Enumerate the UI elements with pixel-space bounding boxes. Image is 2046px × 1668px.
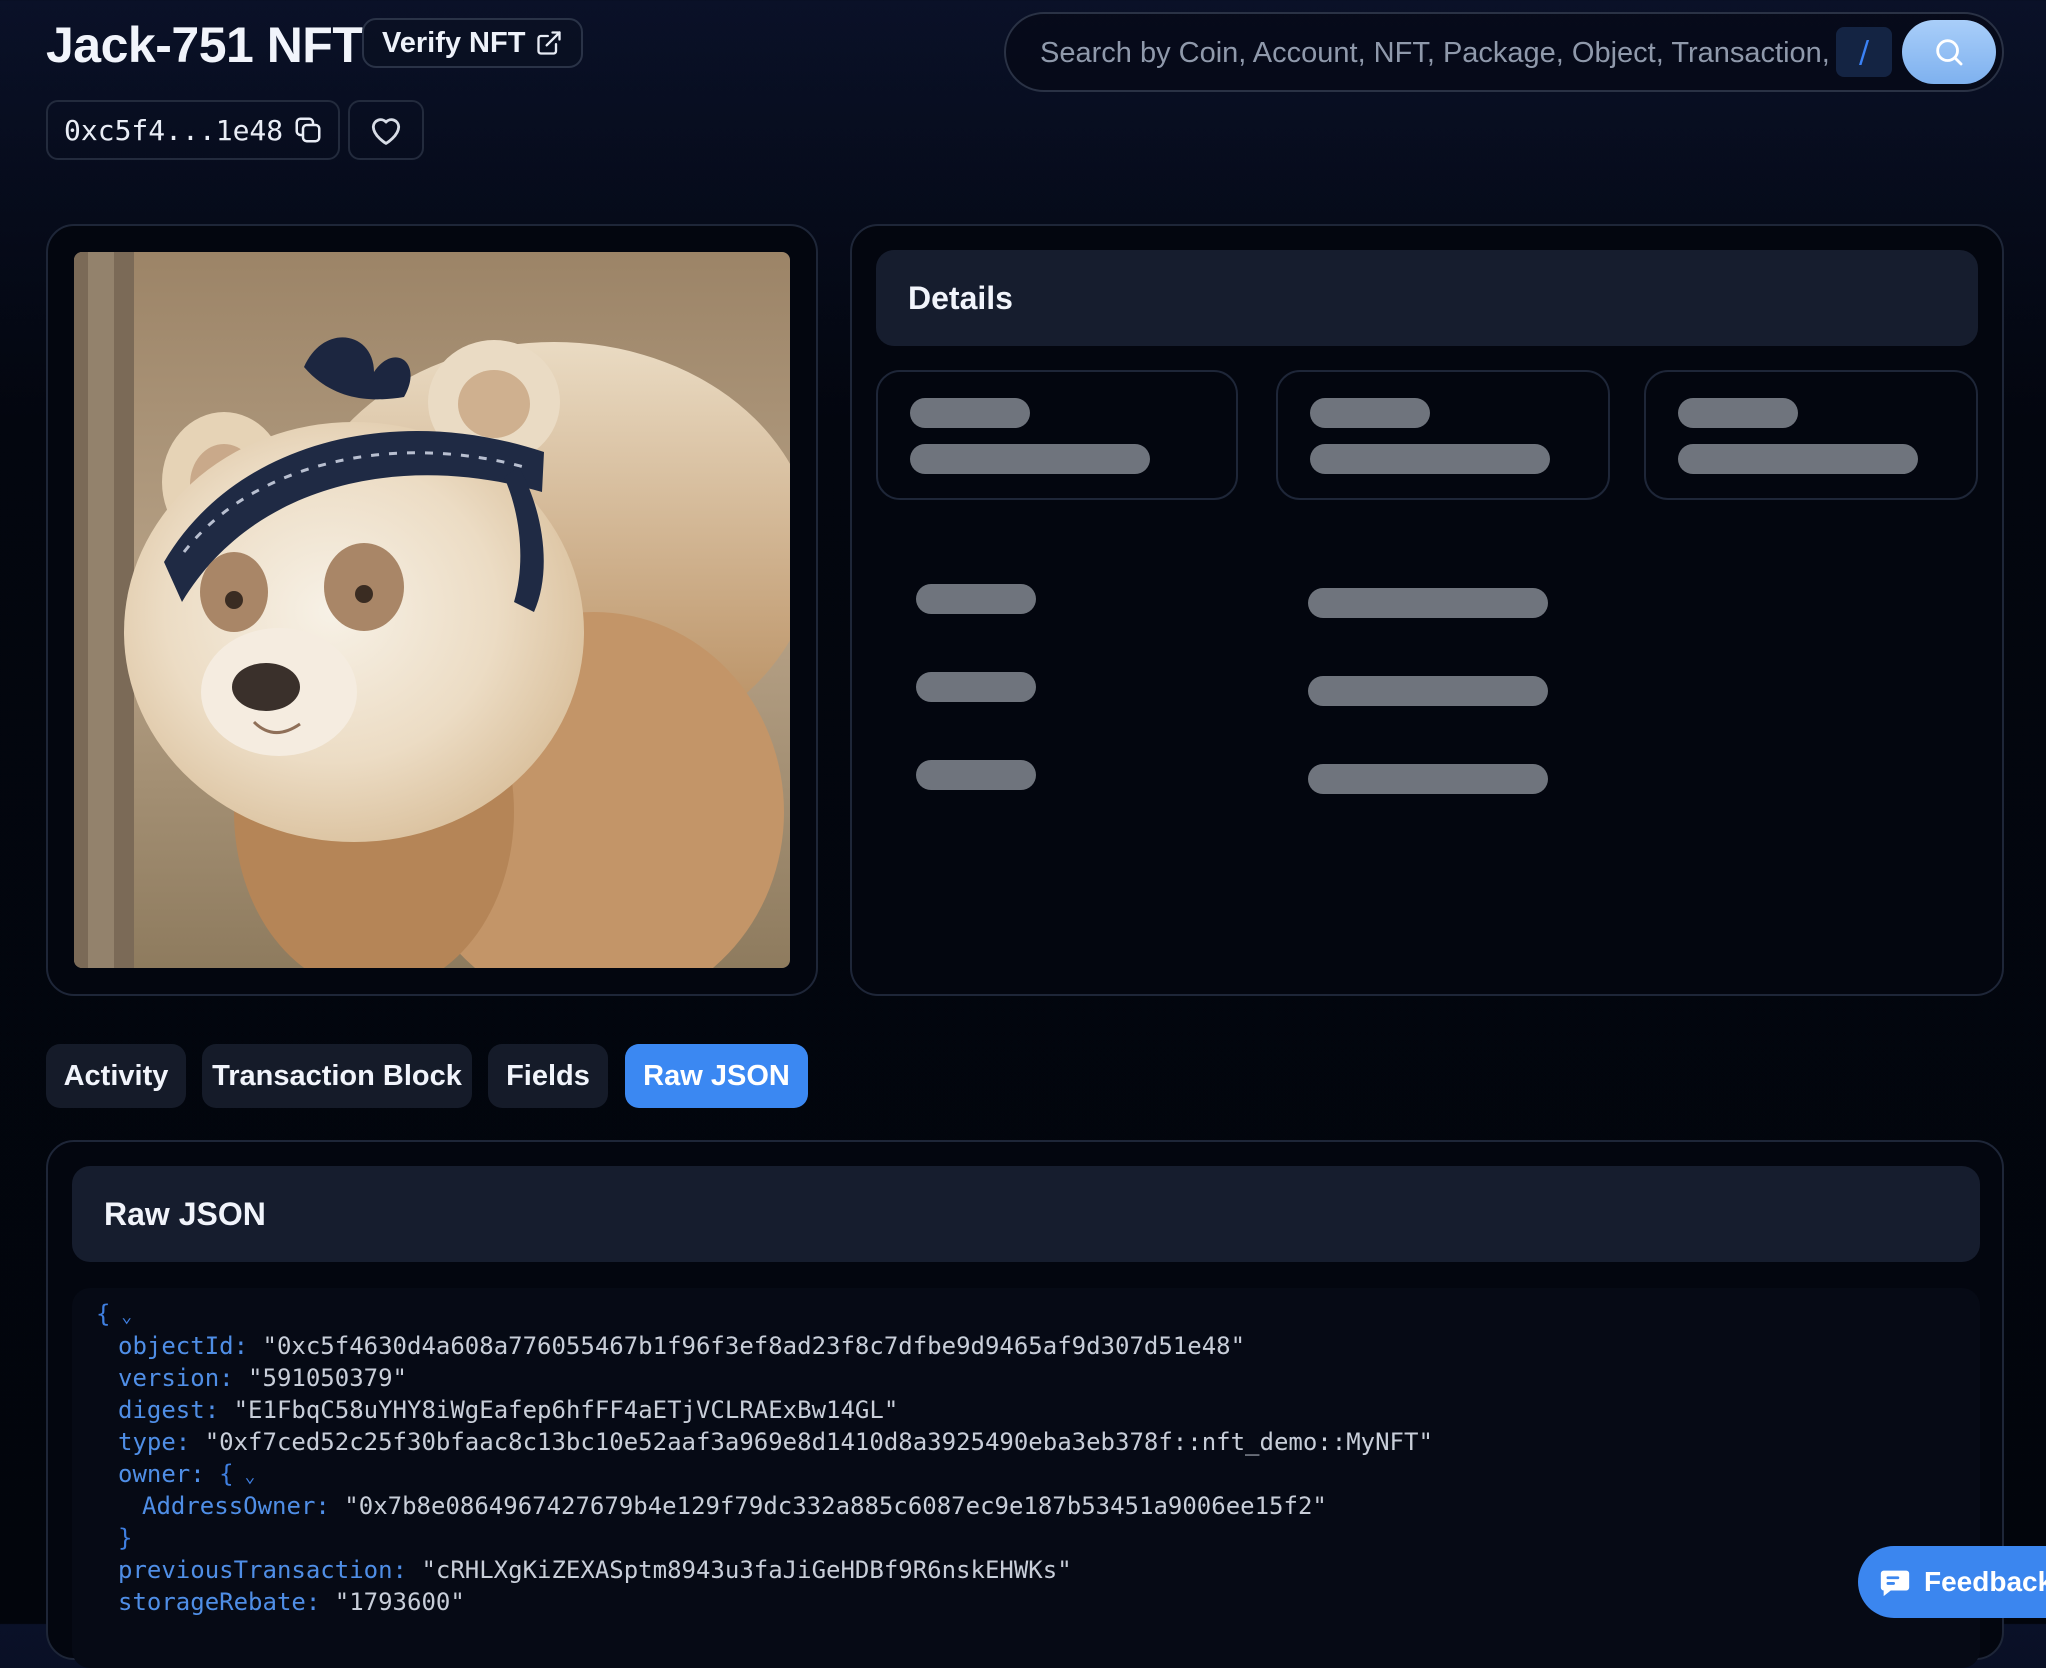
json-line-digest: digest: "E1FbqC58uYHY8iWgEafep6hfFF4aETj…: [118, 1396, 899, 1424]
detail-card: [1644, 370, 1978, 500]
verify-nft-label: Verify NFT: [382, 26, 526, 59]
json-root-open[interactable]: { ⌄: [96, 1298, 132, 1333]
tab-raw-json[interactable]: Raw JSON: [625, 1044, 808, 1108]
object-address-chip[interactable]: 0xc5f4...1e48: [46, 100, 340, 160]
json-owner-close: }: [118, 1524, 133, 1552]
copy-icon[interactable]: [293, 115, 323, 145]
feedback-label: Feedback: [1924, 1566, 2046, 1597]
search-icon: [1936, 39, 1963, 66]
nft-image-panel: [46, 224, 818, 996]
skeleton-line: [1678, 398, 1798, 428]
search-shortcut-key: /: [1836, 27, 1892, 77]
json-line-owner[interactable]: owner: { ⌄: [118, 1458, 255, 1493]
json-line-type: type: "0xf7ced52c25f30bfaac8c13bc10e52aa…: [118, 1428, 1433, 1456]
skeleton-label: [916, 760, 1036, 790]
json-line-address-owner: AddressOwner: "0x7b8e0864967427679b4e129…: [142, 1492, 1327, 1520]
skeleton-line: [910, 444, 1150, 474]
json-line-previous-transaction: previousTransaction: "cRHLXgKiZEXASptm89…: [118, 1556, 1072, 1584]
skeleton-line: [910, 398, 1030, 428]
skeleton-value: [1308, 764, 1548, 794]
detail-card: [1276, 370, 1610, 500]
json-line-version: version: "591050379": [118, 1364, 407, 1392]
verify-nft-button[interactable]: Verify NFT: [362, 18, 584, 68]
detail-card: [876, 370, 1238, 500]
search-bar: /: [1004, 12, 2004, 92]
json-line-objectid: objectId: "0xc5f4630d4a608a776055467b1f9…: [118, 1332, 1246, 1360]
heart-icon: [371, 118, 401, 145]
skeleton-line: [1678, 444, 1918, 474]
json-line-storage-rebate: storageRebate: "1793600": [118, 1588, 465, 1616]
tab-fields[interactable]: Fields: [488, 1044, 608, 1108]
details-header: Details: [876, 250, 1978, 346]
object-address: 0xc5f4...1e48: [64, 113, 284, 147]
search-input[interactable]: [1038, 14, 1832, 92]
tab-activity[interactable]: Activity: [46, 1044, 186, 1108]
tab-transaction-block[interactable]: Transaction Block: [202, 1044, 472, 1108]
feedback-icon: [1880, 1570, 1910, 1597]
skeleton-line: [1310, 398, 1430, 428]
feedback-button[interactable]: Feedback: [1858, 1546, 2046, 1618]
skeleton-value: [1308, 588, 1548, 618]
nft-image[interactable]: [74, 252, 790, 968]
page-title: Jack-751 NFT: [46, 17, 363, 73]
skeleton-value: [1308, 676, 1548, 706]
search-button[interactable]: [1902, 20, 1996, 84]
skeleton-label: [916, 584, 1036, 614]
skeleton-label: [916, 672, 1036, 702]
favorite-button[interactable]: [348, 100, 424, 160]
panda-photo: [74, 252, 790, 968]
raw-json-panel: Raw JSON { ⌄ objectId: "0xc5f4630d4a608a…: [46, 1140, 2004, 1668]
external-link-icon: [537, 31, 562, 55]
details-panel: Details: [850, 224, 2004, 996]
skeleton-line: [1310, 444, 1550, 474]
json-viewer: { ⌄ objectId: "0xc5f4630d4a608a776055467…: [72, 1288, 1980, 1668]
raw-json-header: Raw JSON: [72, 1166, 1980, 1262]
